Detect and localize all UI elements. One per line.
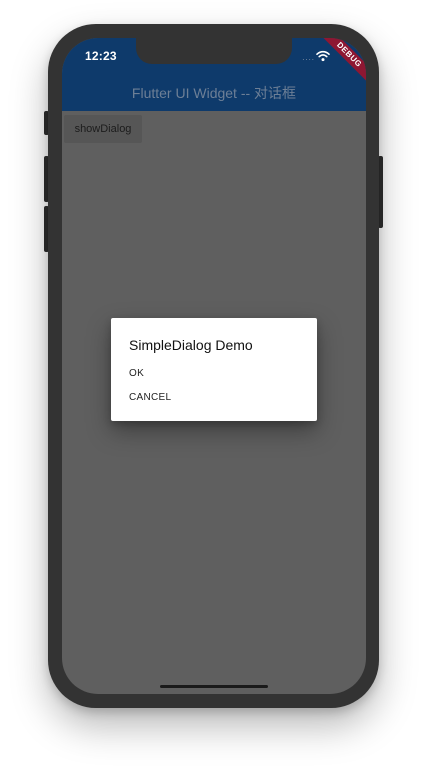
- home-indicator[interactable]: [160, 685, 268, 688]
- debug-banner: DEBUG: [317, 38, 366, 87]
- dialog-title: SimpleDialog Demo: [129, 337, 253, 353]
- app-bar: 12:23 ···· DEBUG Flutter UI Widget -- 对话…: [62, 38, 366, 111]
- dialog-option-ok[interactable]: OK: [129, 368, 144, 379]
- app-bar-title: Flutter UI Widget -- 对话框: [131, 85, 297, 101]
- show-dialog-button[interactable]: showDialog: [64, 115, 142, 143]
- device-stage: 12:23 ···· DEBUG Flutter UI Widget -- 对话…: [0, 0, 428, 768]
- simple-dialog: SimpleDialog Demo OK CANCEL: [111, 318, 317, 421]
- signal-icon: ····: [302, 55, 315, 64]
- device-notch: [136, 38, 292, 64]
- dialog-option-cancel[interactable]: CANCEL: [129, 392, 171, 403]
- wifi-icon: [316, 50, 330, 62]
- status-time: 12:23: [85, 49, 117, 63]
